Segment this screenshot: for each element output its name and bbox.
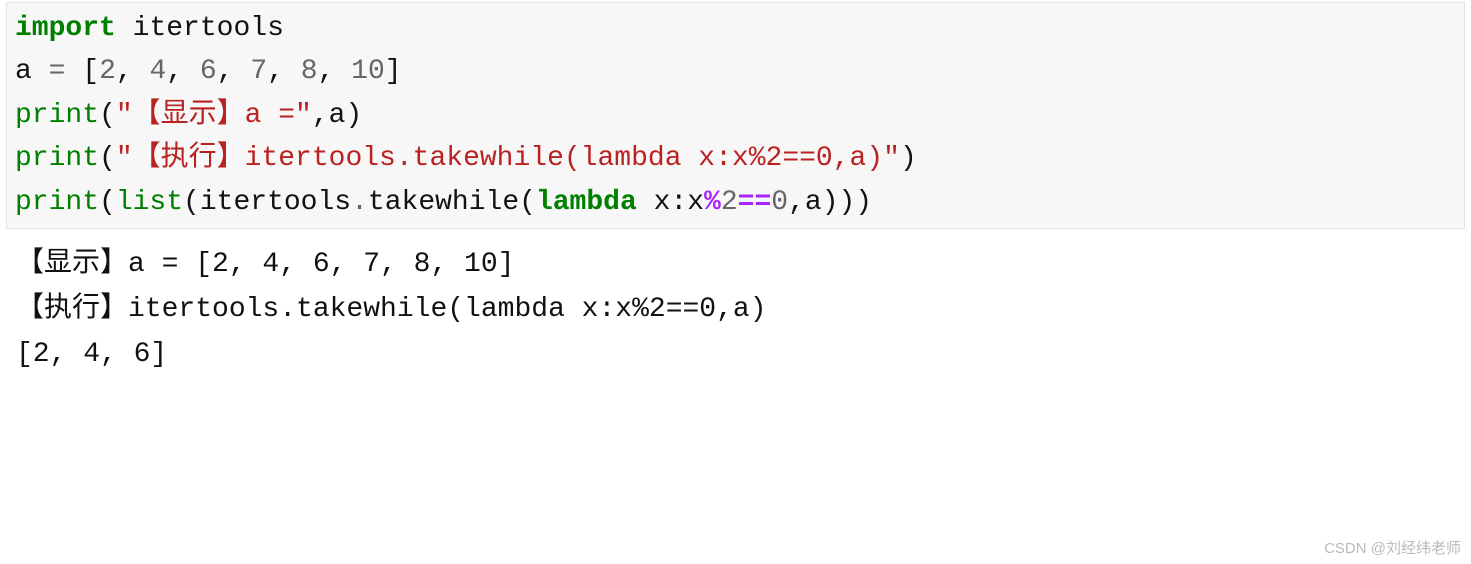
num-10: 10: [351, 56, 385, 87]
op-assign: =: [49, 56, 66, 87]
comma: ,: [312, 100, 329, 131]
num-2: 2: [721, 187, 738, 218]
output-line-3: [2, 4, 6]: [16, 333, 1455, 378]
method-takewhile: takewhile: [368, 187, 519, 218]
fn-print: print: [15, 143, 99, 174]
arg-a: a: [329, 100, 346, 131]
comma: ,: [166, 56, 200, 87]
fn-print: print: [15, 100, 99, 131]
var-x: x: [687, 187, 704, 218]
parens-close: ))): [822, 187, 872, 218]
fn-print: print: [15, 187, 99, 218]
num-7: 7: [250, 56, 267, 87]
comma: ,: [116, 56, 150, 87]
output-block: 【显示】a = [2, 4, 6, 7, 8, 10] 【执行】itertool…: [0, 235, 1471, 385]
colon: :: [670, 187, 687, 218]
string-literal: "【执行】itertools.takewhile(lambda x:x%2==0…: [116, 143, 900, 174]
op-eqeq: ==: [738, 187, 772, 218]
keyword-import: import: [15, 13, 116, 44]
bracket-open: [: [82, 56, 99, 87]
num-8: 8: [301, 56, 318, 87]
code-block: import itertools a = [2, 4, 6, 7, 8, 10]…: [6, 2, 1465, 229]
comma: ,: [267, 56, 301, 87]
arg-a: a: [805, 187, 822, 218]
watermark: CSDN @刘经纬老师: [1324, 537, 1461, 558]
paren-open: (: [99, 143, 116, 174]
code-line-1: import itertools: [15, 7, 1456, 50]
op-mod: %: [704, 187, 721, 218]
dot: .: [351, 187, 368, 218]
paren-open: (: [99, 187, 116, 218]
paren-open: (: [183, 187, 200, 218]
param-x: x: [654, 187, 671, 218]
output-line-2: 【执行】itertools.takewhile(lambda x:x%2==0,…: [16, 288, 1455, 333]
paren-open: (: [99, 100, 116, 131]
obj-itertools: itertools: [200, 187, 351, 218]
num-4: 4: [149, 56, 166, 87]
code-line-4: print("【执行】itertools.takewhile(lambda x:…: [15, 137, 1456, 180]
num-2: 2: [99, 56, 116, 87]
code-line-5: print(list(itertools.takewhile(lambda x:…: [15, 181, 1456, 224]
paren-open: (: [519, 187, 536, 218]
builtin-list: list: [116, 187, 183, 218]
paren-close: ): [345, 100, 362, 131]
module-name: itertools: [133, 13, 284, 44]
bracket-close: ]: [385, 56, 402, 87]
comma: ,: [318, 56, 352, 87]
var-a: a: [15, 56, 32, 87]
comma: ,: [788, 187, 805, 218]
keyword-lambda: lambda: [536, 187, 637, 218]
code-line-2: a = [2, 4, 6, 7, 8, 10]: [15, 50, 1456, 93]
comma: ,: [217, 56, 251, 87]
space: [637, 187, 654, 218]
output-line-1: 【显示】a = [2, 4, 6, 7, 8, 10]: [16, 243, 1455, 288]
num-6: 6: [200, 56, 217, 87]
paren-close: ): [900, 143, 917, 174]
num-0: 0: [771, 187, 788, 218]
string-literal: "【显示】a =": [116, 100, 312, 131]
code-line-3: print("【显示】a =",a): [15, 94, 1456, 137]
